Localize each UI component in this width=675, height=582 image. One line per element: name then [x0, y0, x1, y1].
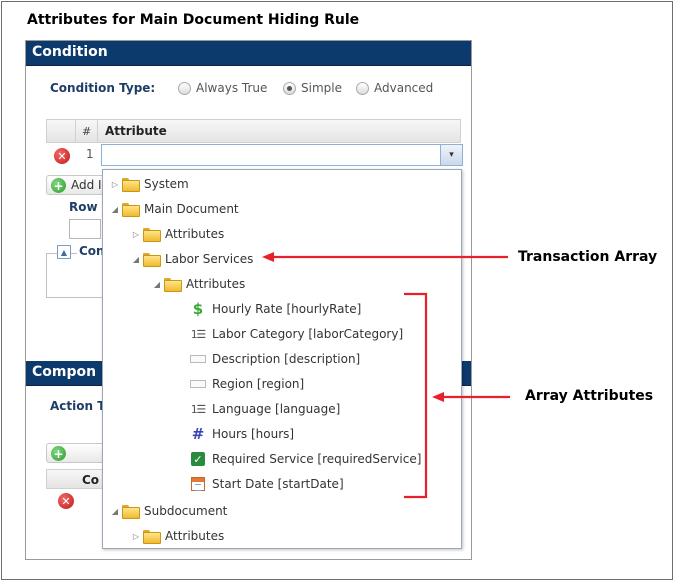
tree-leaf-label: Hourly Rate [hourlyRate]	[212, 302, 362, 316]
radio-advanced[interactable]: Advanced	[356, 81, 433, 95]
column-divider	[75, 120, 76, 142]
component-grid-header: Co	[46, 469, 106, 489]
folder-icon	[142, 528, 161, 544]
radio-simple[interactable]: Simple	[283, 81, 342, 95]
tree-leaf-label: Hours [hours]	[212, 427, 295, 441]
folder-icon	[121, 176, 140, 192]
radio-dot-icon	[178, 81, 191, 95]
tree-node-labor-services-attributes[interactable]: ◢ Attributes	[151, 274, 245, 294]
add-icon: +	[51, 178, 66, 193]
radio-advanced-label: Advanced	[374, 81, 434, 95]
folder-icon	[163, 276, 182, 292]
tree-leaf-label: Start Date [startDate]	[212, 477, 344, 491]
tree-node-label: Subdocument	[144, 504, 228, 518]
tree-node-subdocument-attributes[interactable]: ▷ Attributes	[130, 526, 224, 546]
radio-always-true-label: Always True	[196, 81, 268, 95]
tree-leaf-description[interactable]: Description [description]	[189, 349, 360, 369]
expand-arrow-icon[interactable]: ▷	[130, 230, 142, 239]
list-icon: 1☰	[190, 327, 207, 341]
checkbox-icon: ✓	[189, 451, 207, 467]
tree-leaf-language[interactable]: 1☰ Language [language]	[189, 399, 341, 419]
add-component-button[interactable]: +	[46, 443, 106, 463]
array-attributes-annotation: Array Attributes	[525, 388, 654, 404]
collapse-arrow-icon[interactable]: ◢	[130, 255, 142, 264]
expand-arrow-icon[interactable]: ▷	[109, 180, 121, 189]
tree-leaf-label: Required Service [requiredService]	[212, 452, 422, 466]
column-divider	[97, 120, 98, 142]
tree-node-system[interactable]: ▷ System	[109, 174, 189, 194]
calendar-icon	[189, 476, 207, 492]
action-type-label: Action T	[50, 399, 106, 413]
folder-icon	[142, 226, 161, 242]
column-header-component: Co	[82, 473, 100, 487]
transaction-array-annotation: Transaction Array	[518, 249, 658, 265]
add-row-button[interactable]: + Add I	[46, 175, 106, 195]
tree-leaf-region[interactable]: Region [region]	[189, 374, 304, 394]
conditions-group: ▲ Con	[46, 244, 107, 298]
radio-simple-label: Simple	[301, 81, 342, 95]
folder-icon	[121, 503, 140, 519]
tree-node-main-document[interactable]: ◢ Main Document	[109, 199, 239, 219]
add-icon: +	[51, 446, 66, 461]
condition-type-label: Condition Type:	[50, 81, 156, 95]
collapse-arrow-icon[interactable]: ◢	[109, 507, 121, 516]
tree-leaf-labor-category[interactable]: 1☰ Labor Category [laborCategory]	[189, 324, 403, 344]
radio-dot-selected-icon	[283, 81, 296, 95]
column-header-attribute: Attribute	[105, 124, 167, 138]
tree-leaf-label: Description [description]	[212, 352, 361, 366]
tree-node-label: Attributes	[165, 227, 225, 241]
delete-row-icon[interactable]: ✕	[58, 493, 74, 509]
figure-title: Attributes for Main Document Hiding Rule	[27, 12, 360, 28]
collapse-arrow-icon[interactable]: ◢	[151, 280, 163, 289]
tree-node-main-document-attributes[interactable]: ▷ Attributes	[130, 224, 224, 244]
tree-node-label: Attributes	[165, 529, 225, 543]
tree-leaf-start-date[interactable]: Start Date [startDate]	[189, 474, 344, 494]
tree-node-label: Main Document	[144, 202, 239, 216]
expand-arrow-icon[interactable]: ▷	[130, 532, 142, 541]
number-icon: #	[191, 425, 205, 443]
column-header-number: #	[82, 125, 92, 138]
folder-icon	[142, 251, 161, 267]
tree-leaf-label: Language [language]	[212, 402, 341, 416]
tree-node-subdocument[interactable]: ◢ Subdocument	[109, 501, 227, 521]
condition-section-header: Condition	[26, 41, 471, 66]
delete-row-icon[interactable]: ✕	[54, 148, 70, 164]
folder-icon	[121, 201, 140, 217]
tree-leaf-required-service[interactable]: ✓ Required Service [requiredService]	[189, 449, 421, 469]
row-field-label: Row	[69, 200, 98, 214]
condition-grid-header: # Attribute	[46, 119, 461, 143]
tree-node-label: Labor Services	[165, 252, 254, 266]
tree-leaf-label: Region [region]	[212, 377, 305, 391]
tree-node-label: Attributes	[186, 277, 246, 291]
text-field-icon	[189, 351, 207, 367]
tree-leaf-label: Labor Category [laborCategory]	[212, 327, 404, 341]
add-row-button-label: Add I	[71, 178, 102, 192]
list-icon: 1☰	[190, 402, 207, 416]
tree-leaf-hours[interactable]: # Hours [hours]	[189, 424, 294, 444]
tree-node-labor-services[interactable]: ◢ Labor Services	[130, 249, 253, 269]
attribute-combobox[interactable]: ▾	[101, 144, 463, 166]
collapse-arrow-icon[interactable]: ◢	[109, 205, 121, 214]
row-input[interactable]	[69, 219, 101, 239]
radio-dot-icon	[356, 81, 369, 95]
dollar-icon: $	[192, 300, 204, 318]
collapse-toggle-icon[interactable]: ▲	[57, 245, 71, 259]
radio-always-true[interactable]: Always True	[178, 81, 267, 95]
attribute-tree-dropdown: ▷ System ◢ Main Document ▷ Attributes ◢ …	[102, 169, 462, 549]
row-number: 1	[86, 147, 94, 161]
tree-node-label: System	[144, 177, 189, 191]
chevron-down-icon[interactable]: ▾	[440, 145, 462, 165]
text-field-icon	[189, 376, 207, 392]
tree-leaf-hourly-rate[interactable]: $ Hourly Rate [hourlyRate]	[189, 299, 362, 319]
